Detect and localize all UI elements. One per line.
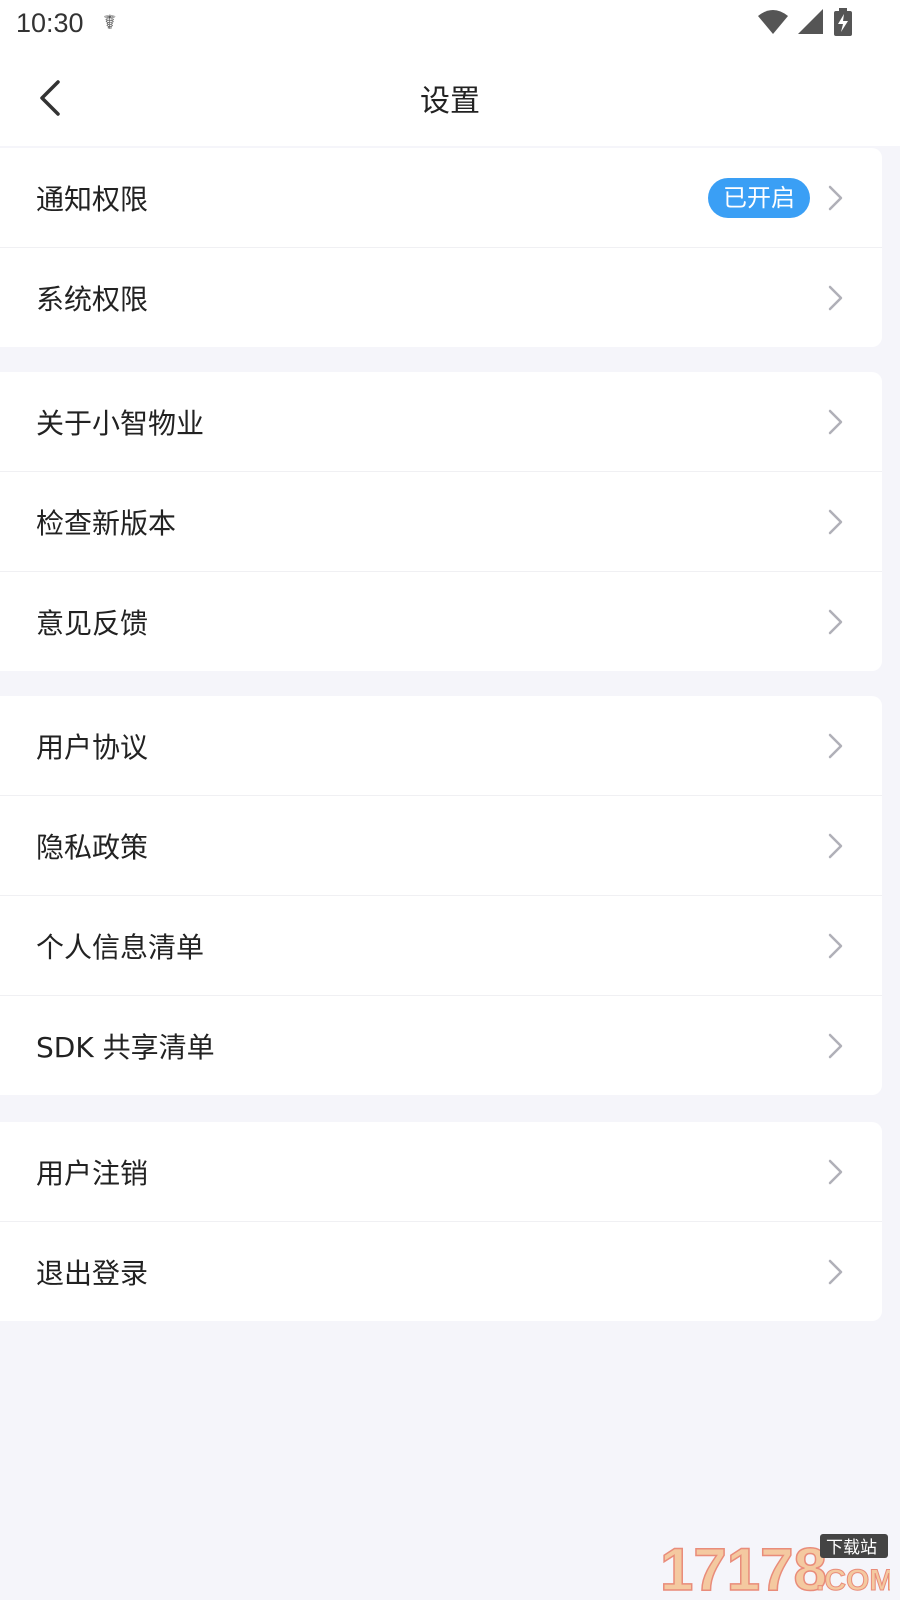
- settings-item-notification-permission[interactable]: 通知权限 已开启: [0, 148, 882, 248]
- settings-item-label: 关于小智物业: [36, 406, 205, 440]
- status-time: 10:30: [16, 8, 84, 38]
- header-bar: 设置: [0, 50, 900, 146]
- watermark-suffix: 下载站: [826, 1538, 877, 1558]
- usb-debug-icon: ☤: [103, 10, 117, 34]
- chevron-right-icon: [828, 285, 843, 311]
- cell-signal-icon: [798, 9, 823, 34]
- chevron-right-icon: [828, 609, 843, 635]
- watermark-logo: 17178 下载站 .COM: [660, 1534, 890, 1596]
- settings-item-label: 意见反馈: [36, 606, 149, 640]
- wifi-icon: [758, 10, 788, 34]
- settings-item-label: SDK 共享清单: [36, 1030, 215, 1064]
- chevron-right-icon: [828, 409, 843, 435]
- settings-item-personal-info-list[interactable]: 个人信息清单: [0, 896, 882, 996]
- chevron-right-icon: [828, 185, 843, 211]
- chevron-right-icon: [828, 509, 843, 535]
- settings-item-label: 个人信息清单: [36, 930, 205, 964]
- settings-item-label: 用户注销: [36, 1156, 149, 1190]
- chevron-right-icon: [828, 933, 843, 959]
- settings-item-about[interactable]: 关于小智物业: [0, 372, 882, 472]
- settings-item-privacy-policy[interactable]: 隐私政策: [0, 796, 882, 896]
- settings-group-legal: 用户协议 隐私政策 个人信息清单 SDK 共享清单: [0, 696, 882, 1095]
- settings-item-label: 隐私政策: [36, 830, 149, 864]
- settings-item-label: 系统权限: [36, 282, 149, 316]
- settings-item-sdk-sharing-list[interactable]: SDK 共享清单: [0, 996, 882, 1095]
- settings-group-about: 关于小智物业 检查新版本 意见反馈: [0, 372, 882, 671]
- battery-charging-icon: [834, 8, 852, 36]
- settings-item-check-update[interactable]: 检查新版本: [0, 472, 882, 572]
- settings-item-deactivate-account[interactable]: 用户注销: [0, 1122, 882, 1222]
- page-title: 设置: [420, 84, 480, 119]
- settings-item-label: 退出登录: [36, 1256, 149, 1290]
- watermark-domain: .COM: [816, 1564, 890, 1596]
- settings-item-label: 用户协议: [36, 730, 149, 764]
- chevron-right-icon: [828, 1159, 843, 1185]
- settings-item-label: 通知权限: [36, 182, 149, 216]
- chevron-right-icon: [828, 1033, 843, 1059]
- settings-item-logout[interactable]: 退出登录: [0, 1222, 882, 1321]
- chevron-right-icon: [828, 1259, 843, 1285]
- settings-item-label: 检查新版本: [36, 506, 177, 540]
- chevron-right-icon: [828, 733, 843, 759]
- settings-item-user-agreement[interactable]: 用户协议: [0, 696, 882, 796]
- status-bar: 10:30 ☤: [0, 0, 900, 50]
- chevron-right-icon: [828, 833, 843, 859]
- settings-group-permissions: 通知权限 已开启 系统权限: [0, 148, 882, 347]
- status-icons: [758, 8, 852, 36]
- settings-item-feedback[interactable]: 意见反馈: [0, 572, 882, 671]
- settings-group-account: 用户注销 退出登录: [0, 1122, 882, 1321]
- status-badge: 已开启: [708, 178, 810, 218]
- settings-item-system-permission[interactable]: 系统权限: [0, 248, 882, 347]
- watermark-number: 17178: [660, 1536, 827, 1596]
